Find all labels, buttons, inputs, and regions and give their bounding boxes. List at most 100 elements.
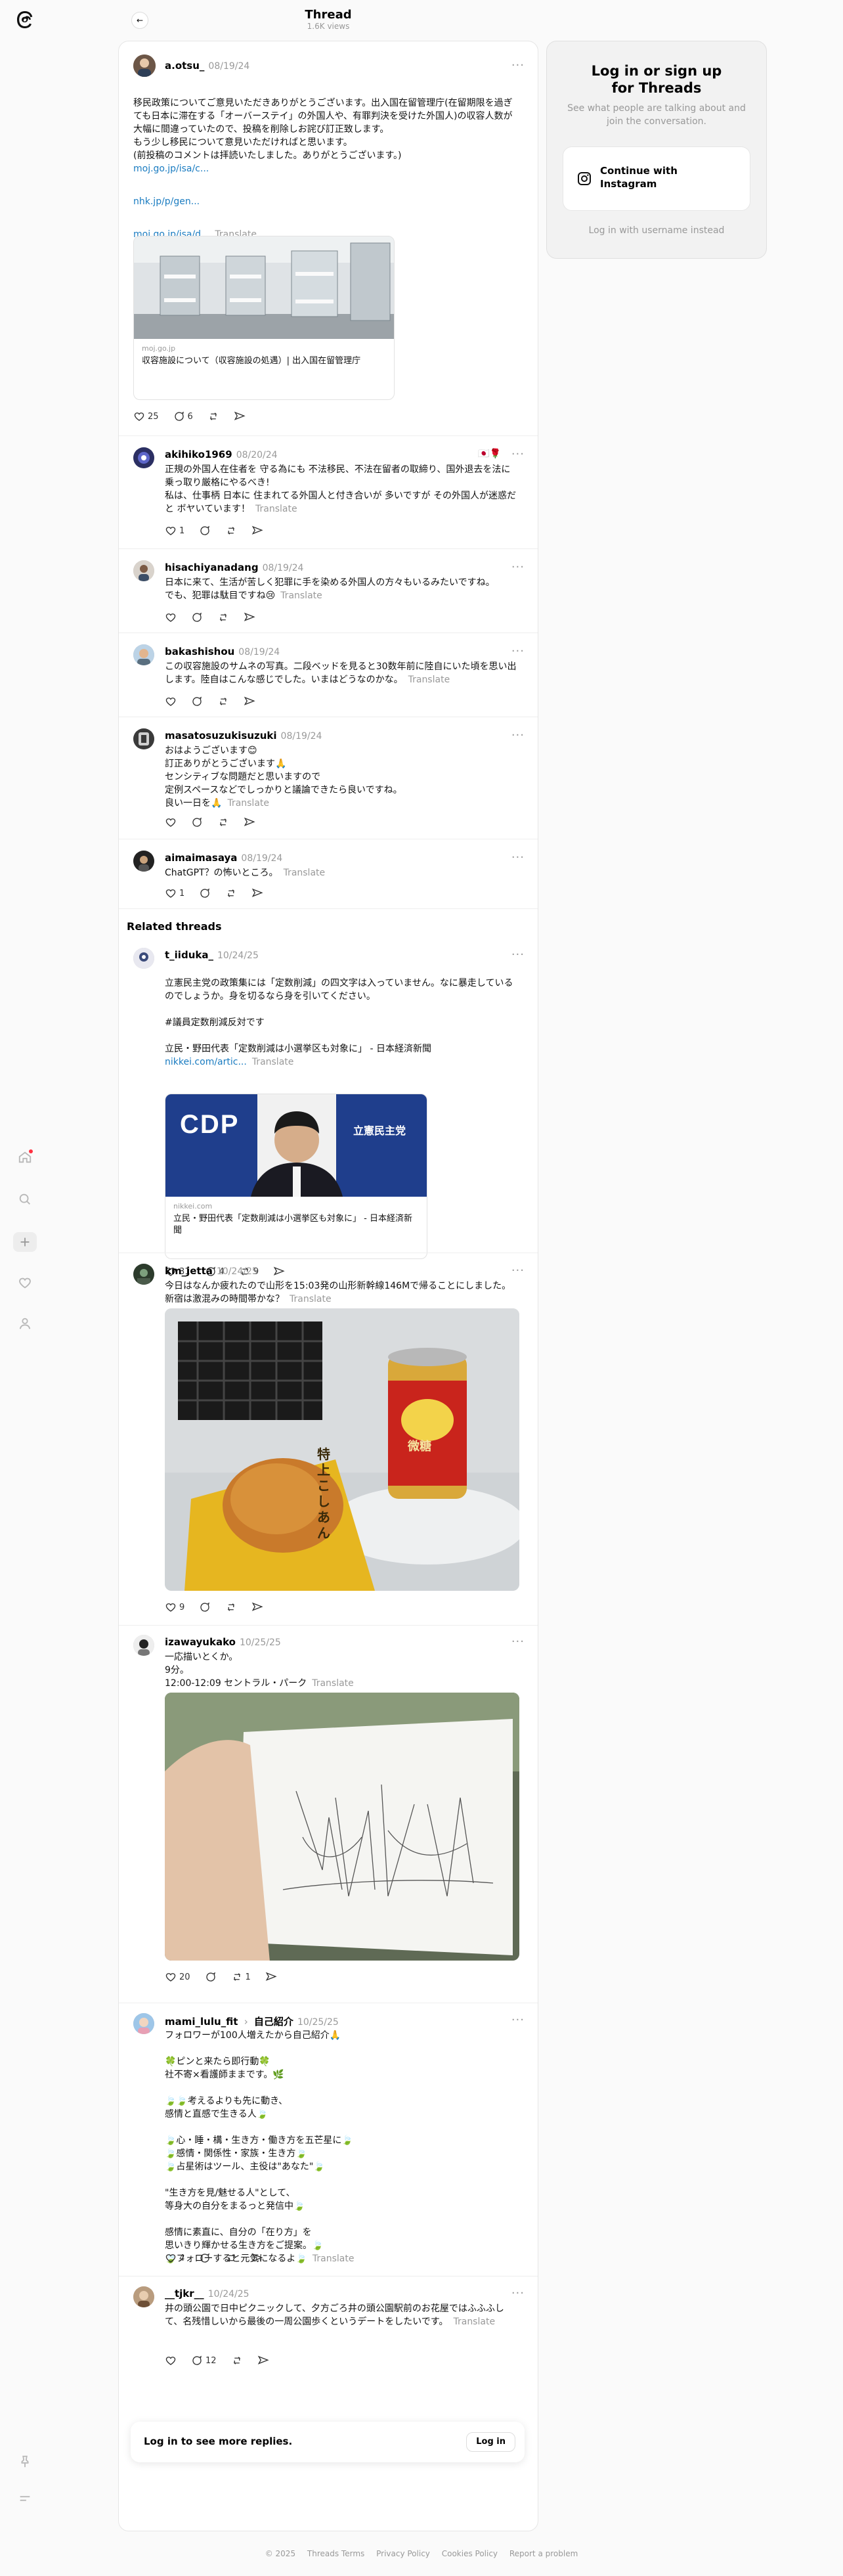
post-author[interactable]: akihiko1969 08/20/24 <box>165 449 278 460</box>
menu-icon[interactable] <box>16 2489 34 2508</box>
repost-button[interactable] <box>217 696 229 707</box>
post-image[interactable] <box>165 1693 519 1961</box>
share-button[interactable] <box>244 816 255 828</box>
link-preview-card[interactable]: CDP 立憲民主党 nikkei.com 立民・野田代表「定数削減は小選挙区も対… <box>165 1094 427 1259</box>
username[interactable]: bakashishou <box>165 646 234 657</box>
translate-button[interactable]: Translate <box>284 868 326 878</box>
pin-icon[interactable] <box>16 2453 34 2471</box>
post-author[interactable]: t_iiduka_ 10/24/25 <box>165 949 259 961</box>
share-button[interactable] <box>251 887 263 899</box>
username[interactable]: hisachiyanadang <box>165 562 259 573</box>
share-button[interactable] <box>244 611 255 623</box>
translate-button[interactable]: Translate <box>312 1678 354 1689</box>
translate-button[interactable]: Translate <box>313 2254 355 2264</box>
translate-button[interactable]: Translate <box>252 1057 294 1067</box>
translate-button[interactable]: Translate <box>408 675 450 685</box>
more-options-button[interactable]: ··· <box>511 2286 525 2300</box>
repost-button[interactable] <box>225 525 237 537</box>
post-image[interactable]: 特上 こしあん 微糖 <box>165 1308 519 1591</box>
username[interactable]: mami_lulu_fit <box>165 2016 238 2028</box>
like-button[interactable] <box>165 2355 177 2366</box>
username[interactable]: izawayukako <box>165 1636 236 1648</box>
repost-button[interactable]: 1 <box>231 1971 251 1983</box>
profile-icon[interactable] <box>16 1314 34 1333</box>
avatar[interactable] <box>133 447 154 468</box>
share-button[interactable] <box>251 525 263 537</box>
threads-logo-icon[interactable] <box>14 9 35 30</box>
home-icon[interactable] <box>16 1148 34 1166</box>
reply-button[interactable] <box>191 611 203 623</box>
share-button[interactable] <box>251 1601 263 1613</box>
username[interactable]: aimaimasaya <box>165 852 237 864</box>
more-options-button[interactable]: ··· <box>511 58 525 72</box>
footer-link-report[interactable]: Report a problem <box>509 2549 578 2558</box>
footer-link-privacy[interactable]: Privacy Policy <box>376 2549 430 2558</box>
translate-button[interactable]: Translate <box>290 1294 332 1304</box>
post-author[interactable]: a.otsu_ 08/19/24 <box>165 60 249 72</box>
like-button[interactable] <box>165 611 177 623</box>
post-author[interactable]: masatosuzukisuzuki 08/19/24 <box>165 730 322 742</box>
username[interactable]: akihiko1969 <box>165 449 232 460</box>
reply-button[interactable]: 6 <box>173 411 193 422</box>
post-author[interactable]: aimaimasaya 08/19/24 <box>165 852 282 864</box>
more-options-button[interactable]: ··· <box>511 851 525 864</box>
reply-button[interactable] <box>199 1601 211 1613</box>
username[interactable]: km_jetta <box>165 1265 213 1277</box>
more-options-button[interactable]: ··· <box>511 1635 525 1649</box>
repost-button[interactable] <box>217 816 229 828</box>
repost-button[interactable] <box>225 887 237 899</box>
footer-link-terms[interactable]: Threads Terms <box>307 2549 364 2558</box>
like-button[interactable] <box>165 696 177 707</box>
repost-button[interactable] <box>225 1601 237 1613</box>
like-button[interactable]: 9 <box>165 1601 184 1613</box>
login-button[interactable]: Log in <box>466 2432 515 2452</box>
like-button[interactable] <box>165 816 177 828</box>
translate-button[interactable]: Translate <box>280 590 322 601</box>
avatar[interactable] <box>133 2013 154 2034</box>
create-post-icon[interactable] <box>13 1232 37 1252</box>
share-button[interactable] <box>257 2355 269 2366</box>
reply-button[interactable] <box>191 816 203 828</box>
more-options-button[interactable]: ··· <box>511 2013 525 2027</box>
more-options-button[interactable]: ··· <box>511 560 525 574</box>
continue-with-instagram-button[interactable]: Continue with Instagram <box>563 146 750 211</box>
share-button[interactable] <box>244 696 255 707</box>
avatar[interactable] <box>133 55 156 77</box>
reply-button[interactable] <box>199 2252 211 2264</box>
username-login-link[interactable]: Log in with username instead <box>547 225 766 236</box>
more-options-button[interactable]: ··· <box>511 948 525 962</box>
search-icon[interactable] <box>16 1190 34 1209</box>
username[interactable]: t_iiduka_ <box>165 949 213 961</box>
post-link[interactable]: moj.go.jp/isa/c... <box>133 162 518 175</box>
like-button[interactable]: 20 <box>165 1971 190 1983</box>
translate-button[interactable]: Translate <box>227 798 269 809</box>
more-options-button[interactable]: ··· <box>511 1264 525 1277</box>
reply-button[interactable] <box>205 1971 217 1983</box>
share-button[interactable] <box>234 411 246 422</box>
like-button[interactable]: 25 <box>133 411 159 422</box>
like-button[interactable]: 1 <box>165 525 184 537</box>
username[interactable]: masatosuzukisuzuki <box>165 730 277 742</box>
post-author[interactable]: km_jetta 10/24/25 <box>165 1265 258 1277</box>
topic-tag[interactable]: 自己紹介 <box>254 2016 293 2028</box>
repost-button[interactable] <box>207 411 219 422</box>
avatar[interactable] <box>133 851 154 872</box>
footer-link-cookies[interactable]: Cookies Policy <box>442 2549 498 2558</box>
avatar[interactable] <box>133 560 154 581</box>
username[interactable]: __tjkr__ <box>165 2288 204 2299</box>
more-options-button[interactable]: ··· <box>511 447 525 461</box>
avatar[interactable] <box>133 1635 154 1656</box>
like-button[interactable]: 4 <box>165 2252 184 2264</box>
repost-button[interactable] <box>217 611 229 623</box>
avatar[interactable] <box>133 728 154 749</box>
post-author[interactable]: izawayukako 10/25/25 <box>165 1636 281 1648</box>
post-author[interactable]: hisachiyanadang 08/19/24 <box>165 562 303 573</box>
repost-button[interactable] <box>231 2355 243 2366</box>
username[interactable]: a.otsu_ <box>165 60 204 72</box>
avatar[interactable] <box>133 1264 154 1285</box>
post-link[interactable]: nikkei.com/artic... Translate <box>165 1055 519 1069</box>
share-button[interactable] <box>251 2252 263 2264</box>
link-preview-card[interactable]: moj.go.jp 収容施設について（収容施設の処遇）| 出入国在留管理庁 <box>133 236 395 400</box>
heart-icon[interactable] <box>16 1274 34 1292</box>
translate-button[interactable]: Translate <box>255 504 297 514</box>
